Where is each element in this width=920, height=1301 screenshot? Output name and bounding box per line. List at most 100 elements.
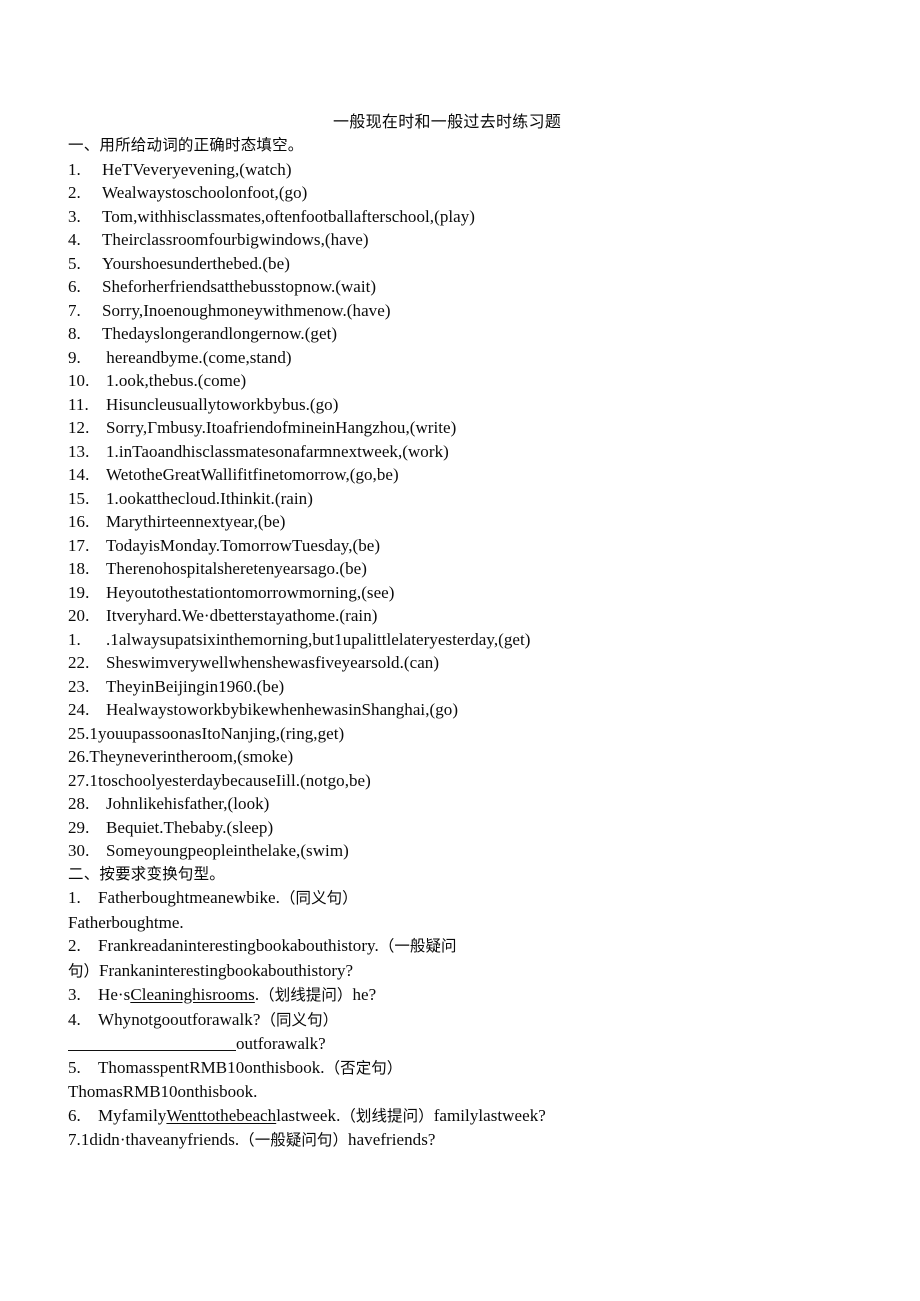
document-page: 一般现在时和一般过去时练习题 一、用所给动词的正确时态填空。 1. HeTVeve… [0, 0, 920, 1301]
item-number: 29. [68, 817, 90, 837]
item-number: 4. [68, 230, 81, 249]
item-text-post: lastweek. [276, 1105, 341, 1125]
question-item: 4. Theirclassroomfourbigwindows,(have) [68, 228, 858, 252]
item-trailing-text: havefriends? [348, 1130, 436, 1149]
item-number: 1. [68, 159, 81, 179]
item-number: 2. [68, 183, 81, 202]
item-number: 24. [68, 700, 90, 719]
item-number: 13. [68, 441, 90, 461]
question-item: 23. TheyinBeijingin1960.(be) [68, 675, 858, 699]
question-item: 28. Johnlikehisfather,(look) [68, 792, 858, 816]
item-text: Theirclassroomfourbigwindows,(have) [102, 230, 369, 249]
item-text-underlined: Cleaninghisrooms [130, 985, 255, 1004]
item-answer-line: outforawalk? [68, 1032, 858, 1056]
item-text: Fatherboughtmeanewbike. [98, 888, 280, 907]
item-instruction-tag: （同义句） [279, 889, 358, 907]
section-two-heading: 二、按要求变换句型。 [68, 864, 226, 883]
item-number: 1. [68, 888, 81, 907]
question-item: 7.1didn·thaveanyfriends.（一般疑问句）havefrien… [68, 1128, 858, 1153]
question-item: 6. MyfamilyWenttothebeachlastweek.（划线提问）f… [68, 1104, 858, 1129]
item-text: TodayisMonday.TomorrowTuesday,(be) [106, 535, 381, 555]
question-item: 9. hereandbyme.(come,stand) [68, 346, 858, 370]
item-text: Thedayslongerandlongernow.(get) [102, 324, 338, 343]
item-text: Johnlikehisfather,(look) [106, 794, 270, 813]
item-text: Theyneverintheroom,(smoke) [89, 747, 294, 766]
item-number: 15. [68, 488, 90, 508]
question-item: 30. Someyoungpeopleinthelake,(swim) [68, 839, 858, 863]
item-text: 1.ook,thebus.(come) [106, 371, 247, 390]
item-number: 7. [68, 1130, 81, 1149]
item-text-pre: He·s [98, 985, 131, 1004]
item-text: Whynotgooutforawalk? [98, 1009, 261, 1029]
question-item: 2. Wealwaystoschoolonfoot,(go) [68, 181, 858, 205]
item-instruction-tag: （一般疑问 [378, 937, 457, 955]
item-text: Someyoungpeopleinthelake,(swim) [106, 841, 349, 860]
item-number: 9. [68, 347, 81, 367]
item-answer-text: outforawalk? [236, 1034, 326, 1053]
question-item: 19. Heyoutothestationtomorrowmorning,(see… [68, 581, 858, 605]
question-item: 1. HeTVeveryevening,(watch) [68, 158, 858, 182]
question-item: 13. 1.inTaoandhisclassmatesonafarmnextwee… [68, 440, 858, 464]
document-body: 一般现在时和一般过去时练习题 一、用所给动词的正确时态填空。 1. HeTVeve… [68, 110, 858, 1153]
item-number: 23. [68, 676, 90, 696]
item-number: 3. [68, 206, 81, 226]
question-item: 25.1youupassoonasItoNanjing,(ring,get) [68, 722, 858, 746]
item-text-underlined: Wenttothebeach [166, 1105, 277, 1125]
item-number: 28. [68, 794, 90, 813]
section-two-items: 1. Fatherboughtmeanewbike.（同义句） Fatherbou… [68, 886, 858, 1153]
question-item: 12. Sorry,Γmbusy.ItoafriendofmineinHangzh… [68, 416, 858, 440]
item-answer-text: Frankaninterestingbookabouthistory? [99, 960, 354, 980]
answer-blank-rule[interactable] [68, 1035, 236, 1051]
item-text: 1.inTaoandhisclassmatesonafarmnextweek,(… [106, 441, 449, 461]
item-text: WetotheGreatWallifitfinetomorrow,(go,be) [106, 465, 399, 484]
item-number: 4. [68, 1009, 81, 1029]
item-text: Marythirteennextyear,(be) [106, 512, 286, 531]
item-text: Wealwaystoschoolonfoot,(go) [102, 183, 308, 202]
item-text: 1.ookatthecloud.Ithinkit.(rain) [106, 488, 313, 508]
item-number: 14. [68, 465, 90, 484]
item-trailing-text: familylastweek? [433, 1105, 546, 1125]
question-item: 5. ThomasspentRMB10onthisbook.（否定句） [68, 1056, 858, 1081]
document-title: 一般现在时和一般过去时练习题 [333, 112, 562, 131]
question-item: 1. Fatherboughtmeanewbike.（同义句） [68, 886, 858, 911]
item-instruction-tag-wrap: 句） [68, 961, 100, 980]
question-item: 1. .1alwaysupatsixinthemorning,but1upalit… [68, 628, 858, 652]
item-text: hereandbyme.(come,stand) [102, 347, 292, 367]
question-item: 3. Tom,withhisclassmates,oftenfootballaft… [68, 205, 858, 229]
question-item: 17. TodayisMonday.TomorrowTuesday,(be) [68, 534, 858, 558]
item-text: Tom,withhisclassmates,oftenfootballafter… [102, 206, 475, 226]
item-instruction-tag: （一般疑问句） [239, 1131, 349, 1149]
item-number: 26. [68, 747, 90, 766]
question-item: 14. WetotheGreatWallifitfinetomorrow,(go,… [68, 463, 858, 487]
item-number: 8. [68, 324, 81, 343]
item-instruction-tag: （划线提问） [259, 986, 353, 1004]
item-text: 1toschoolyesterdaybecauseIill.(notgo,be) [89, 770, 371, 790]
item-number: 12. [68, 418, 90, 437]
item-text: Sheswimverywellwhenshewasfiveyearsold.(c… [106, 653, 440, 672]
question-item: 3. He·sCleaninghisrooms.（划线提问）he? [68, 983, 858, 1008]
section-one-heading: 一、用所给动词的正确时态填空。 [68, 136, 304, 154]
item-number: 20. [68, 606, 90, 625]
item-number: 5. [68, 253, 81, 273]
item-answer-line: 句）Frankaninterestingbookabouthistory? [68, 959, 858, 984]
question-item: 5. Yourshoesunderthebed.(be) [68, 252, 858, 276]
item-number: 18. [68, 559, 90, 578]
question-item: 18. Therenohospitalsheretenyearsago.(be) [68, 557, 858, 581]
item-text: ThomasspentRMB10onthisbook. [98, 1057, 325, 1077]
item-text: 1youupassoonasItoNanjing,(ring,get) [89, 723, 345, 743]
item-text: TheyinBeijingin1960.(be) [106, 676, 285, 696]
question-item: 7. Sorry,Inoenoughmoneywithmenow.(have) [68, 299, 858, 323]
question-item: 29. Bequiet.Thebaby.(sleep) [68, 816, 858, 840]
question-item: 6. Sheforherfriendsatthebusstopnow.(wait) [68, 275, 858, 299]
item-number: 5. [68, 1057, 81, 1077]
item-number: 11. [68, 394, 89, 414]
item-text: Yourshoesunderthebed.(be) [102, 253, 290, 273]
question-item: 27.1toschoolyesterdaybecauseIill.(notgo,… [68, 769, 858, 793]
item-number: 30. [68, 841, 90, 860]
question-item: 15. 1.ookatthecloud.Ithinkit.(rain) [68, 487, 858, 511]
item-instruction-tag: （划线提问） [340, 1106, 434, 1125]
item-text: .1alwaysupatsixinthemorning,but1upalittl… [106, 629, 531, 649]
item-number: 6. [68, 1105, 81, 1125]
question-item: 22. Sheswimverywellwhenshewasfiveyearsold… [68, 651, 858, 675]
item-instruction-tag: （同义句） [260, 1010, 339, 1029]
